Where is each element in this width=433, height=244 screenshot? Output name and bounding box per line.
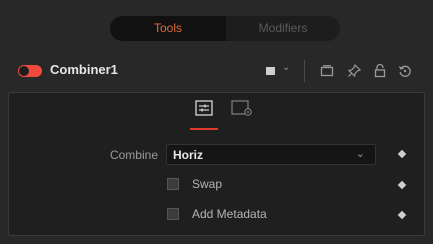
inspector-tab-bar: Tools Modifiers: [110, 16, 340, 41]
combine-label: Combine: [109, 148, 158, 162]
node-name[interactable]: Combiner1: [50, 62, 118, 77]
swap-checkbox[interactable]: [167, 178, 179, 190]
color-swatch-icon[interactable]: [266, 67, 275, 75]
chevron-down-icon[interactable]: ⌄: [282, 62, 290, 73]
tab-tools[interactable]: Tools: [110, 16, 226, 41]
swap-label: Swap: [192, 177, 223, 191]
combine-value: Horiz: [173, 148, 203, 162]
active-tab-indicator: [190, 128, 218, 130]
lock-icon[interactable]: [373, 63, 387, 78]
pin-icon[interactable]: [347, 64, 361, 78]
settings-tab-icon[interactable]: [231, 100, 253, 116]
add-metadata-checkbox[interactable]: [167, 208, 179, 220]
reset-icon[interactable]: [398, 64, 412, 78]
toggle-knob: [19, 66, 29, 76]
tab-modifiers[interactable]: Modifiers: [226, 16, 340, 41]
combine-dropdown[interactable]: Horiz ⌄: [166, 144, 376, 165]
view-icon[interactable]: [320, 64, 334, 78]
header-divider: [304, 60, 305, 82]
chevron-down-icon: ⌄: [355, 148, 365, 160]
add-metadata-label: Add Metadata: [192, 207, 267, 221]
node-enable-toggle[interactable]: [18, 65, 42, 77]
controls-tab-icon[interactable]: [195, 100, 213, 116]
